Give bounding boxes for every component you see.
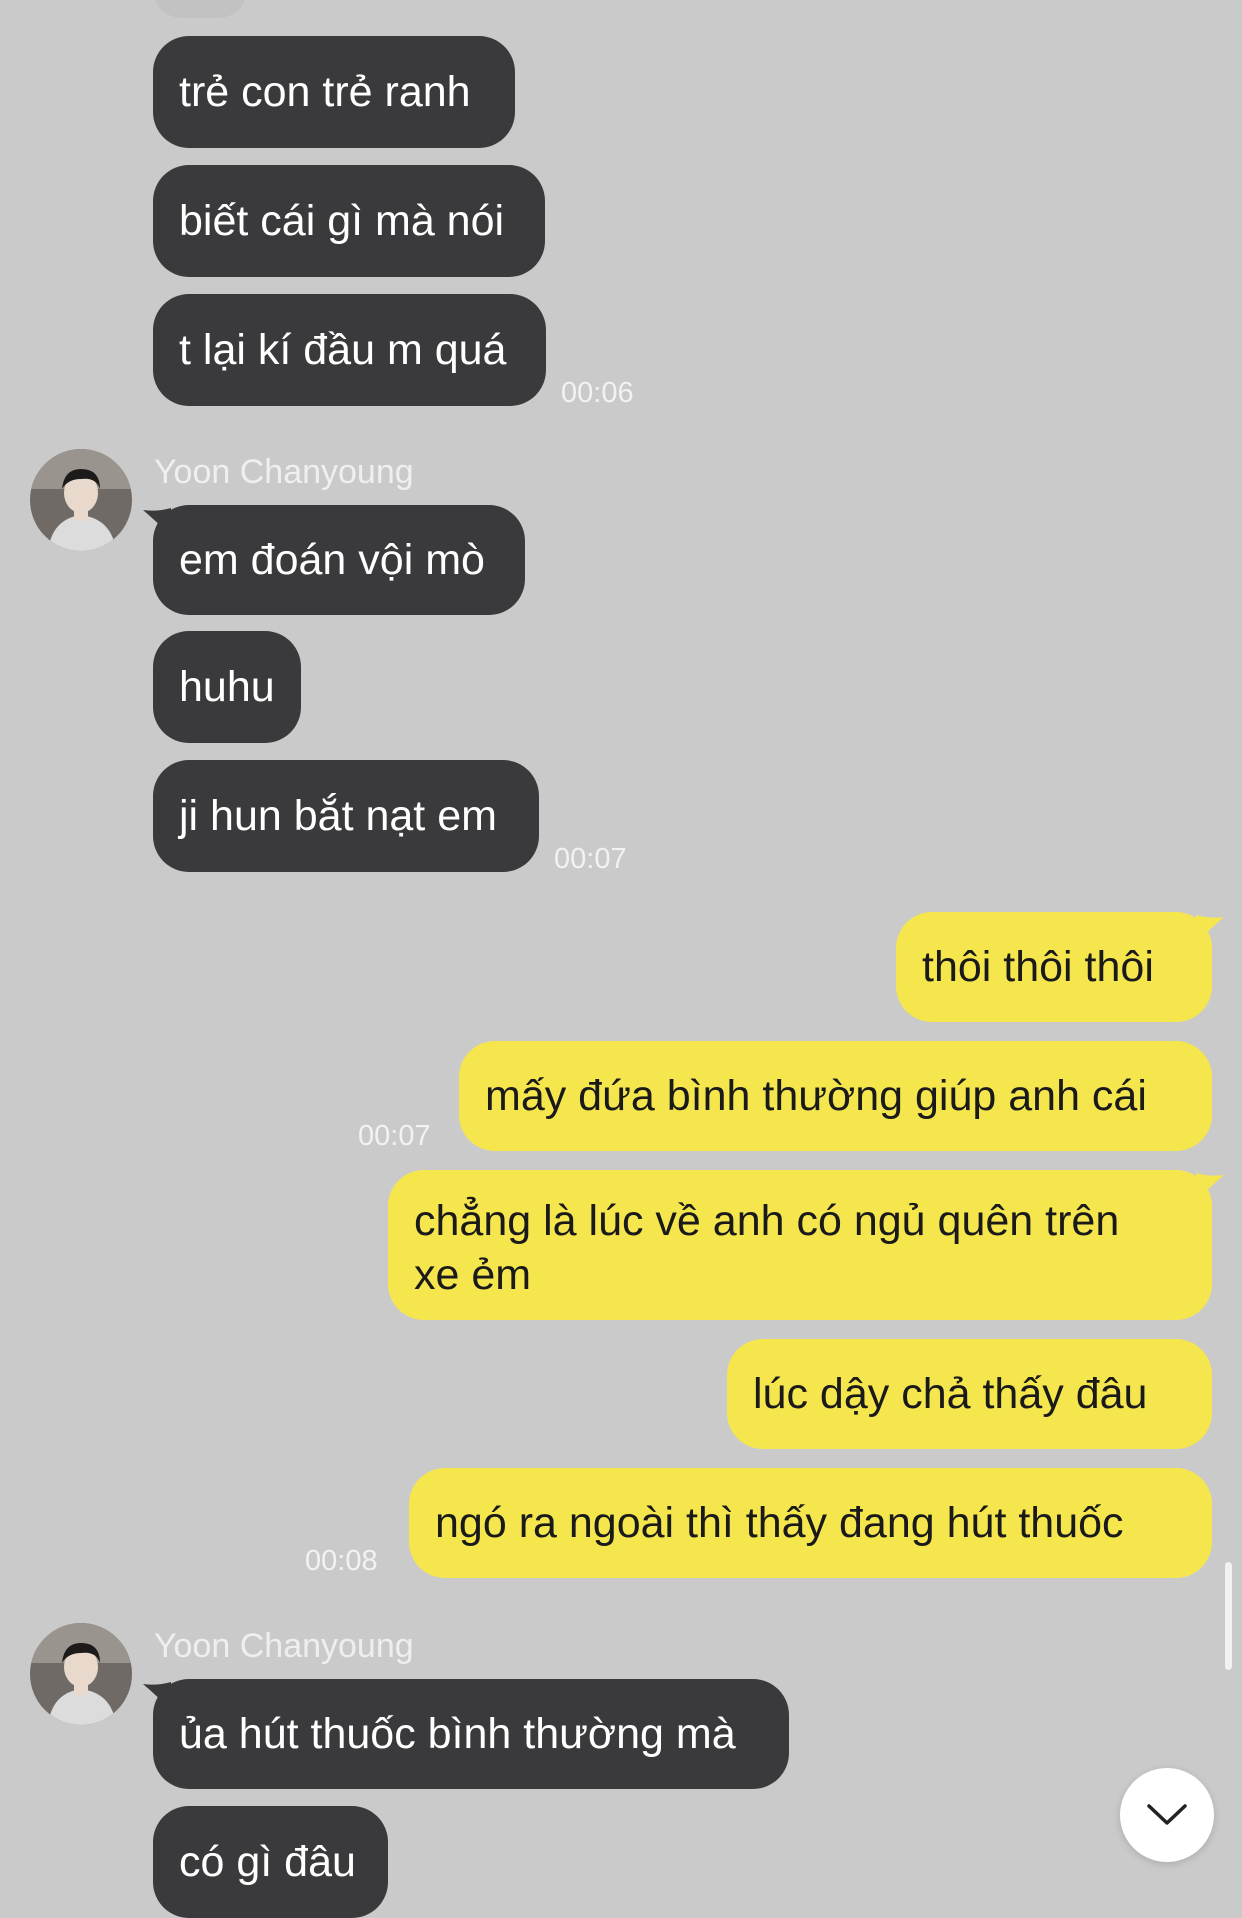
incoming-message[interactable]: t lại kí đầu m quá bbox=[153, 294, 546, 406]
outgoing-message[interactable]: mấy đứa bình thường giúp anh cái bbox=[459, 1041, 1212, 1151]
incoming-message[interactable]: ji hun bắt nạt em bbox=[153, 760, 539, 872]
incoming-message[interactable]: ủa hút thuốc bình thường mà bbox=[153, 1679, 789, 1789]
incoming-message[interactable]: huhu bbox=[153, 631, 301, 743]
scrollbar[interactable] bbox=[1225, 1562, 1232, 1670]
sender-name: Yoon Chanyoung bbox=[154, 453, 414, 491]
avatar[interactable] bbox=[30, 449, 132, 551]
avatar[interactable] bbox=[30, 1623, 132, 1725]
outgoing-message[interactable]: lúc dậy chả thấy đâu bbox=[727, 1339, 1212, 1449]
message-timestamp: 00:07 bbox=[554, 843, 627, 875]
outgoing-message[interactable]: thôi thôi thôi bbox=[896, 912, 1212, 1022]
chevron-down-icon bbox=[1147, 1804, 1187, 1825]
incoming-message[interactable]: trẻ con trẻ ranh bbox=[153, 36, 515, 148]
incoming-message[interactable]: em đoán vội mò bbox=[153, 505, 525, 615]
sender-name: Yoon Chanyoung bbox=[154, 1627, 414, 1665]
outgoing-message[interactable]: chẳng là lúc về anh có ngủ quên trên xe … bbox=[388, 1170, 1212, 1320]
previous-message-stub bbox=[153, 0, 247, 18]
incoming-message[interactable]: có gì đâu bbox=[153, 1806, 388, 1918]
message-timestamp: 00:08 bbox=[305, 1545, 378, 1577]
scroll-to-bottom-button[interactable] bbox=[1120, 1768, 1214, 1862]
message-timestamp: 00:06 bbox=[561, 377, 634, 409]
message-timestamp: 00:07 bbox=[358, 1120, 431, 1152]
outgoing-message[interactable]: ngó ra ngoài thì thấy đang hút thuốc bbox=[409, 1468, 1212, 1578]
incoming-message[interactable]: biết cái gì mà nói bbox=[153, 165, 545, 277]
